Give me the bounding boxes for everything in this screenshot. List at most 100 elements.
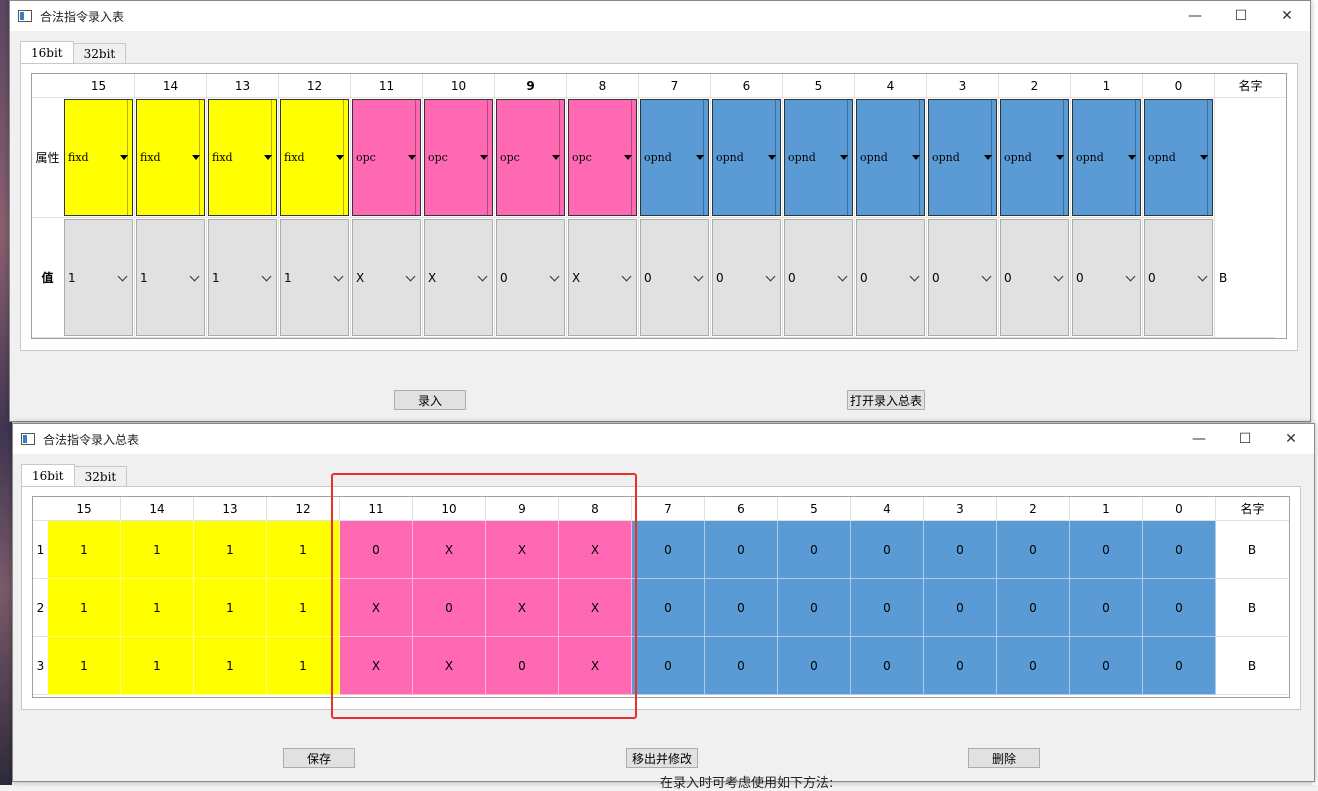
attribute-dropdown[interactable]: fixd: [64, 99, 133, 216]
minimize-button[interactable]: —: [1176, 424, 1222, 454]
bit-cell[interactable]: 0: [997, 579, 1070, 637]
attribute-dropdown[interactable]: opc: [424, 99, 493, 216]
bit-cell[interactable]: X: [486, 579, 559, 637]
bit-cell[interactable]: 0: [851, 637, 924, 695]
bit-cell[interactable]: 0: [924, 521, 997, 579]
bit-cell[interactable]: 0: [340, 521, 413, 579]
value-dropdown[interactable]: 1: [136, 219, 205, 336]
bit-cell[interactable]: 1: [194, 579, 267, 637]
bit-cell[interactable]: 0: [778, 637, 851, 695]
value-dropdown[interactable]: 0: [640, 219, 709, 336]
value-dropdown[interactable]: 0: [496, 219, 565, 336]
bit-cell[interactable]: 0: [1143, 521, 1216, 579]
tab-16bit[interactable]: 16bit: [21, 464, 75, 486]
tab-32bit[interactable]: 32bit: [73, 466, 128, 486]
bit-cell[interactable]: X: [486, 521, 559, 579]
bit-cell[interactable]: 0: [705, 521, 778, 579]
attribute-dropdown[interactable]: opnd: [712, 99, 781, 216]
bit-cell[interactable]: 0: [1070, 579, 1143, 637]
bit-cell[interactable]: 0: [778, 579, 851, 637]
tab-32bit[interactable]: 32bit: [72, 43, 127, 63]
bit-cell[interactable]: 1: [267, 579, 340, 637]
bit-cell[interactable]: X: [340, 579, 413, 637]
bit-cell[interactable]: X: [559, 521, 632, 579]
bit-cell[interactable]: 1: [121, 637, 194, 695]
bit-cell[interactable]: X: [413, 521, 486, 579]
name-cell[interactable]: B: [1216, 579, 1289, 637]
attribute-dropdown[interactable]: opnd: [1144, 99, 1213, 216]
bit-cell[interactable]: 0: [997, 637, 1070, 695]
attribute-dropdown[interactable]: opnd: [856, 99, 925, 216]
value-dropdown[interactable]: X: [424, 219, 493, 336]
bit-cell[interactable]: 0: [924, 579, 997, 637]
bit-cell[interactable]: 1: [121, 579, 194, 637]
open-summary-button[interactable]: 打开录入总表: [847, 390, 925, 410]
bit-cell[interactable]: 0: [924, 637, 997, 695]
enter-button[interactable]: 录入: [394, 390, 466, 410]
attribute-dropdown[interactable]: fixd: [280, 99, 349, 216]
bit-cell[interactable]: 1: [267, 521, 340, 579]
attribute-dropdown[interactable]: fixd: [136, 99, 205, 216]
tab-16bit[interactable]: 16bit: [20, 41, 74, 63]
bit-cell[interactable]: 1: [48, 521, 121, 579]
value-dropdown[interactable]: 0: [712, 219, 781, 336]
bit-cell[interactable]: 0: [705, 579, 778, 637]
attribute-dropdown[interactable]: opc: [352, 99, 421, 216]
bit-cell[interactable]: 1: [48, 579, 121, 637]
attribute-dropdown[interactable]: opc: [568, 99, 637, 216]
name-value[interactable]: B: [1215, 218, 1275, 338]
value-dropdown[interactable]: 0: [1072, 219, 1141, 336]
attribute-dropdown[interactable]: opnd: [784, 99, 853, 216]
move-modify-button[interactable]: 移出并修改: [626, 748, 698, 768]
attribute-dropdown[interactable]: opc: [496, 99, 565, 216]
value-dropdown[interactable]: 0: [1000, 219, 1069, 336]
bit-cell[interactable]: X: [340, 637, 413, 695]
bit-cell[interactable]: 0: [778, 521, 851, 579]
bit-cell[interactable]: 1: [194, 521, 267, 579]
bit-cell[interactable]: X: [413, 637, 486, 695]
name-cell[interactable]: B: [1216, 637, 1289, 695]
value-dropdown[interactable]: 0: [1144, 219, 1213, 336]
attribute-dropdown[interactable]: opnd: [928, 99, 997, 216]
bit-cell[interactable]: 0: [632, 579, 705, 637]
close-button[interactable]: ✕: [1264, 1, 1310, 31]
attribute-dropdown[interactable]: opnd: [640, 99, 709, 216]
close-button[interactable]: ✕: [1268, 424, 1314, 454]
value-dropdown[interactable]: 0: [784, 219, 853, 336]
bit-cell[interactable]: 1: [194, 637, 267, 695]
bit-cell[interactable]: 0: [1070, 521, 1143, 579]
attribute-dropdown[interactable]: opnd: [1072, 99, 1141, 216]
bit-cell[interactable]: 0: [632, 637, 705, 695]
bit-cell[interactable]: 1: [267, 637, 340, 695]
bit-cell[interactable]: 0: [705, 637, 778, 695]
attribute-dropdown[interactable]: opnd: [1000, 99, 1069, 216]
bit-cell[interactable]: 1: [121, 521, 194, 579]
value-dropdown[interactable]: 0: [856, 219, 925, 336]
name-cell[interactable]: B: [1216, 521, 1289, 579]
bit-cell[interactable]: X: [559, 579, 632, 637]
bit-cell[interactable]: 0: [1070, 637, 1143, 695]
value-dropdown[interactable]: 1: [280, 219, 349, 336]
bit-cell[interactable]: 0: [486, 637, 559, 695]
maximize-button[interactable]: ☐: [1222, 424, 1268, 454]
row-index[interactable]: 1: [33, 521, 48, 579]
bit-cell[interactable]: 1: [48, 637, 121, 695]
row-index[interactable]: 2: [33, 579, 48, 637]
bit-cell[interactable]: 0: [851, 521, 924, 579]
value-dropdown[interactable]: X: [352, 219, 421, 336]
bit-cell[interactable]: 0: [1143, 637, 1216, 695]
value-dropdown[interactable]: X: [568, 219, 637, 336]
maximize-button[interactable]: ☐: [1218, 1, 1264, 31]
bit-cell[interactable]: 0: [1143, 579, 1216, 637]
bit-cell[interactable]: 0: [632, 521, 705, 579]
value-dropdown[interactable]: 1: [208, 219, 277, 336]
attribute-dropdown[interactable]: fixd: [208, 99, 277, 216]
bit-cell[interactable]: X: [559, 637, 632, 695]
save-button[interactable]: 保存: [283, 748, 355, 768]
bit-cell[interactable]: 0: [997, 521, 1070, 579]
delete-button[interactable]: 删除: [968, 748, 1040, 768]
minimize-button[interactable]: —: [1172, 1, 1218, 31]
bit-cell[interactable]: 0: [851, 579, 924, 637]
row-index[interactable]: 3: [33, 637, 48, 695]
value-dropdown[interactable]: 0: [928, 219, 997, 336]
